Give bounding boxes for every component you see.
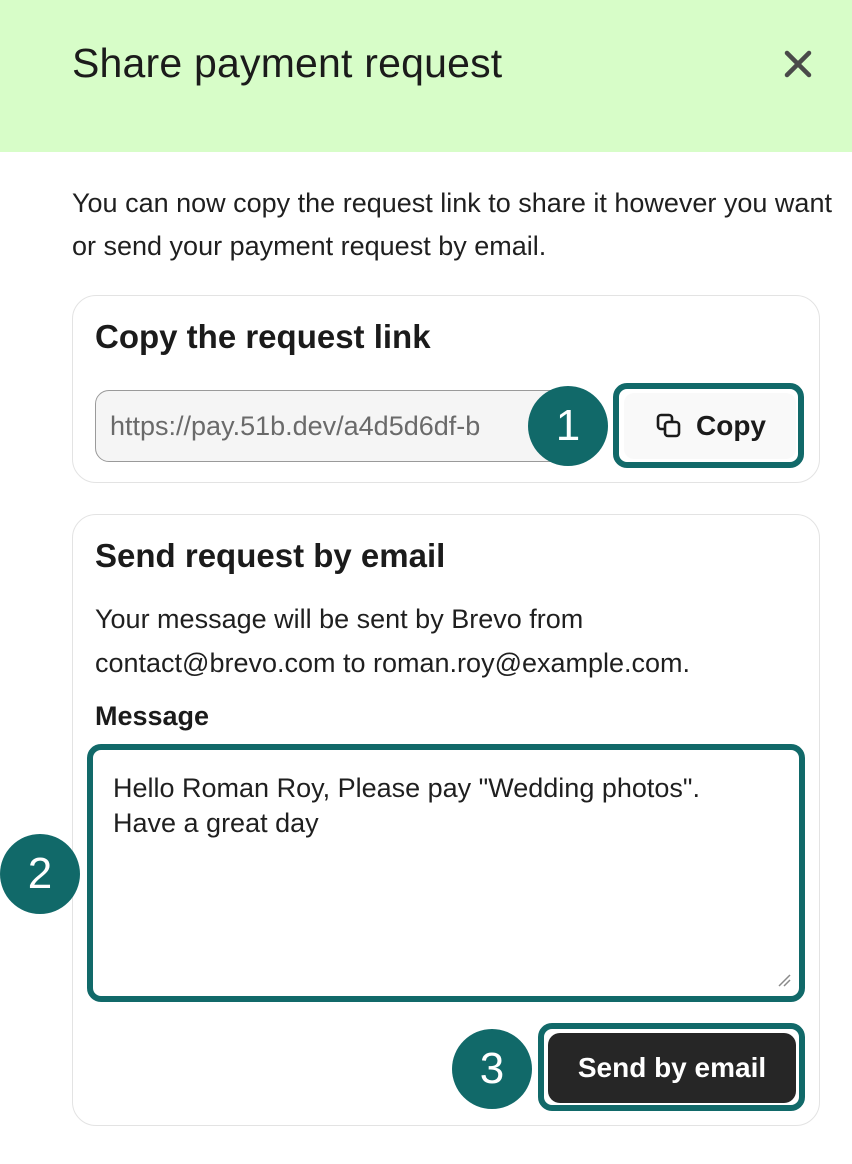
copy-section-title: Copy the request link (95, 318, 431, 355)
step-badge-2: 2 (0, 834, 80, 914)
step-badge-3: 3 (452, 1029, 532, 1109)
intro-text: You can now copy the request link to sha… (72, 188, 832, 261)
request-link-input[interactable] (96, 391, 564, 461)
resize-handle-icon[interactable] (777, 973, 791, 987)
copy-button-label: Copy (696, 410, 766, 441)
message-label: Message (95, 701, 210, 731)
message-textarea[interactable] (97, 753, 795, 991)
email-section-title: Send request by email (95, 537, 446, 574)
request-link-field[interactable] (95, 390, 565, 462)
modal-title: Share payment request (72, 40, 503, 86)
send-by-email-button[interactable]: Send by email (548, 1033, 796, 1103)
modal-header: Share payment request (0, 0, 852, 152)
step-badge-1: 1 (528, 386, 608, 466)
close-button[interactable] (778, 44, 818, 84)
close-icon (784, 50, 812, 78)
message-field[interactable] (97, 753, 795, 991)
copy-icon (656, 413, 681, 438)
copy-button[interactable]: Copy (624, 393, 796, 459)
email-description: Your message will be sent by Brevo from … (95, 604, 691, 678)
